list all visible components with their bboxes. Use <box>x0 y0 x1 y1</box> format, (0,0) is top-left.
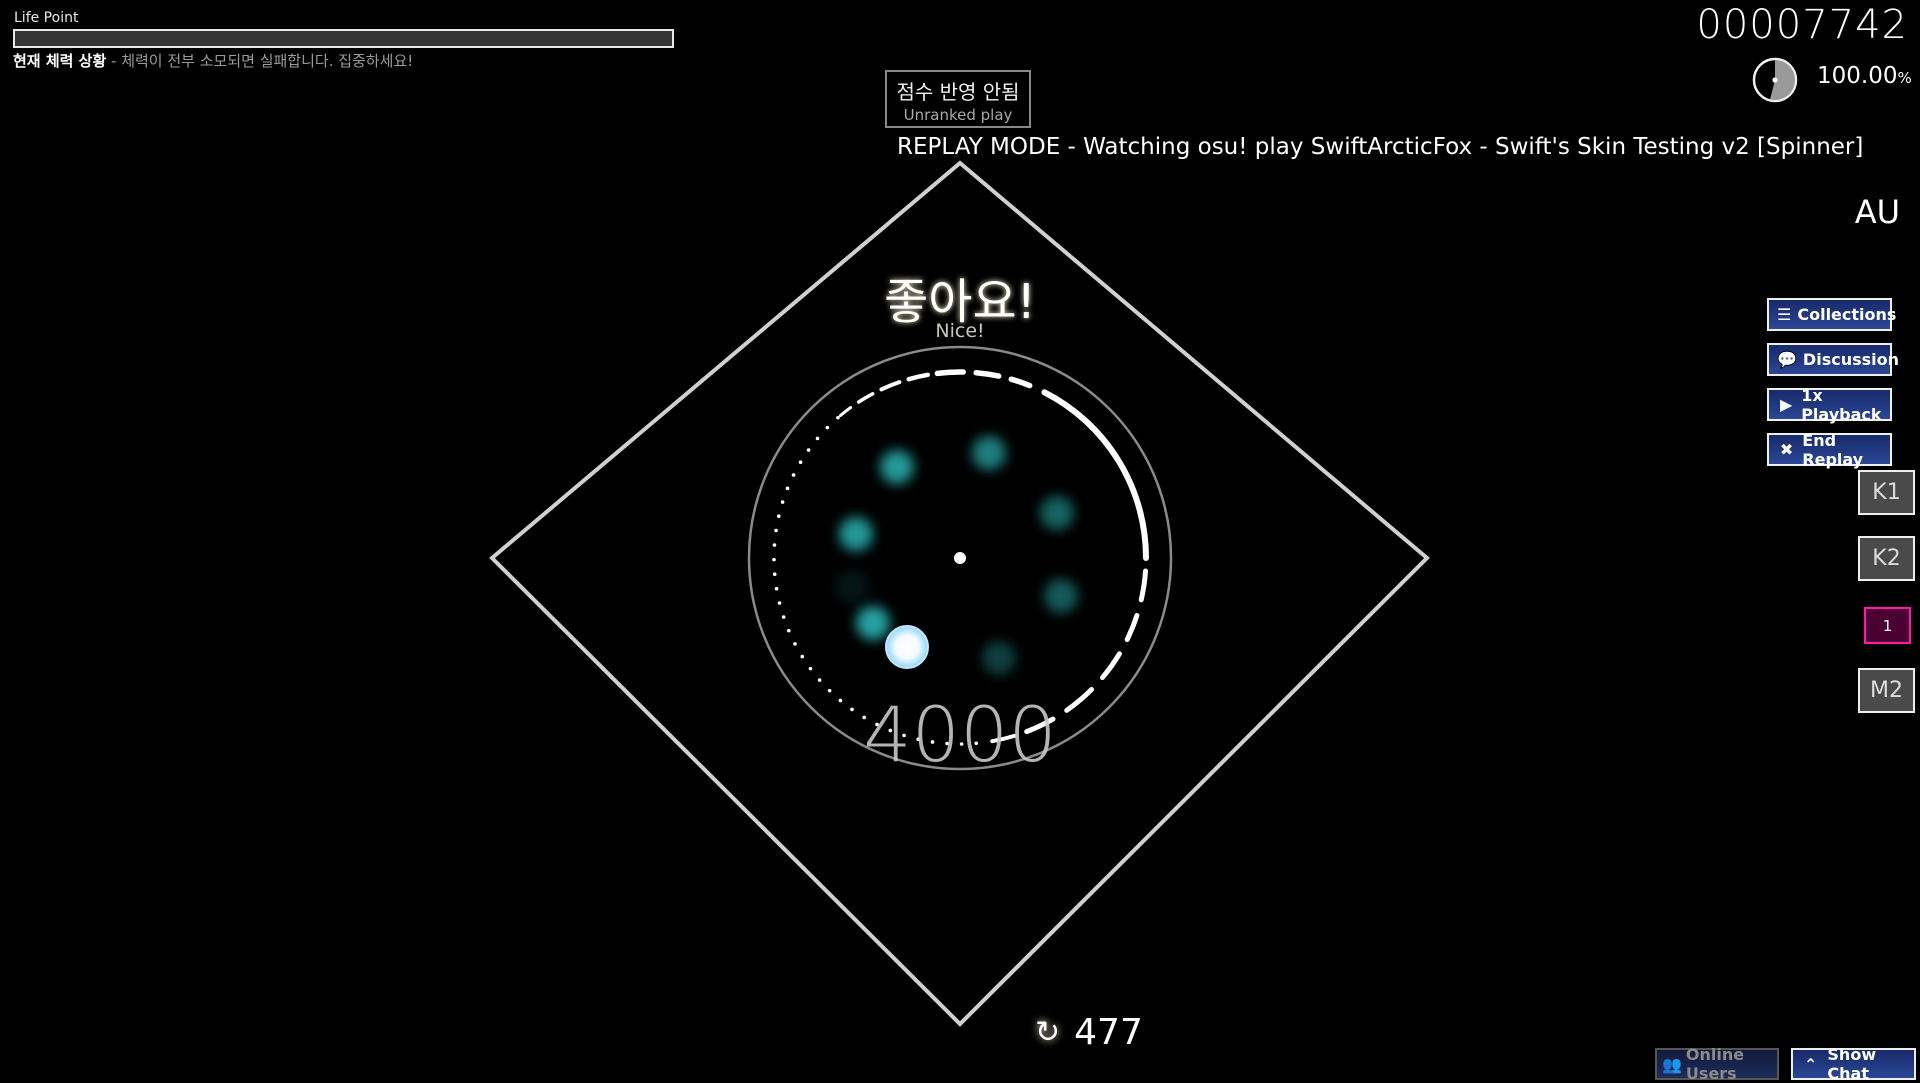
spinner-glow-dot <box>835 570 869 604</box>
song-progress-pie <box>1752 57 1798 103</box>
spin-count-value: 477 <box>1074 1012 1143 1053</box>
ring-dash <box>856 392 875 404</box>
play-icon: ▶ <box>1779 395 1793 414</box>
online-users-button[interactable]: 👥 Online Users <box>1655 1045 1779 1083</box>
ring-dot <box>774 528 778 533</box>
collections-label: Collections <box>1797 305 1897 324</box>
spin-counter: ↻ 477 <box>1035 1012 1143 1053</box>
accuracy-value: 100.00 <box>1817 63 1898 89</box>
life-bar <box>13 29 674 48</box>
key-m2: M2 <box>1858 668 1915 713</box>
spinner-bonus-score: 4000 <box>863 690 1057 779</box>
accuracy-unit: % <box>1897 69 1912 87</box>
list-icon: ☰ <box>1777 305 1792 324</box>
ring-dash <box>1041 389 1149 561</box>
ring-dot <box>808 666 813 671</box>
ring-dot <box>772 572 777 577</box>
unranked-korean: 점수 반영 안됨 <box>896 80 1020 104</box>
end-replay-button[interactable]: ✖ End Replay <box>1767 430 1892 469</box>
chevron-up-icon: ⌃ <box>1804 1054 1818 1074</box>
key-k2: K2 <box>1858 536 1915 581</box>
accuracy: 100.00% <box>1817 63 1912 89</box>
ring-dot <box>774 586 779 591</box>
ring-dot <box>800 654 805 659</box>
judgement-subtext: Nice! <box>935 320 985 342</box>
ring-dot <box>817 678 822 682</box>
discussion-button[interactable]: 💬 Discussion <box>1767 343 1899 376</box>
playback-label: 1x Playback <box>1801 385 1882 424</box>
ring-dot <box>838 698 843 703</box>
unranked-english: Unranked play <box>903 106 1013 124</box>
ring-dot <box>827 688 832 693</box>
life-desc-sep: - <box>106 52 122 70</box>
show-chat-label: Show Chat <box>1827 1045 1877 1083</box>
close-icon: ✖ <box>1779 440 1794 459</box>
key-m1: 1 <box>1864 607 1911 644</box>
users-icon: 👥 <box>1662 1054 1682 1074</box>
ring-dot <box>785 486 790 491</box>
playfield <box>489 160 1430 1027</box>
spinner-glow-dot <box>880 450 914 484</box>
ring-dot <box>793 642 797 646</box>
ring-dash <box>1008 376 1033 389</box>
spinner-center-dot <box>954 552 966 564</box>
ring-dot <box>786 628 791 633</box>
ring-dot <box>776 514 781 518</box>
spinner-glow-dot <box>1040 496 1074 530</box>
ring-dot <box>850 707 854 712</box>
discussion-label: Discussion <box>1802 350 1899 369</box>
life-point-label: Life Point <box>14 10 79 26</box>
mod-indicator-auto: AU <box>1854 193 1900 231</box>
ring-dash <box>1124 612 1140 643</box>
ring-dash <box>1099 651 1122 681</box>
life-description: 현재 체력 상황 - 체력이 전부 소모되면 실패합니다. 집중하세요! <box>13 50 413 71</box>
ring-dot <box>806 448 811 452</box>
unranked-badge: 점수 반영 안됨 Unranked play <box>885 70 1031 128</box>
playback-speed-button[interactable]: ▶ 1x Playback <box>1767 385 1892 424</box>
life-desc-text: 체력이 전부 소모되면 실패합니다. 집중하세요! <box>121 52 414 70</box>
key-k1: K1 <box>1858 470 1915 515</box>
ring-dot <box>772 543 777 547</box>
life-desc-title: 현재 체력 상황 <box>13 52 107 70</box>
spin-rotate-icon: ↻ <box>1035 1015 1061 1050</box>
spinner-glow-dot <box>982 641 1016 675</box>
spinner-glow-dot <box>1044 579 1078 613</box>
cursor <box>885 625 929 669</box>
ring-dash <box>906 372 930 382</box>
online-users-label: Online Users <box>1685 1045 1745 1083</box>
spinner-glow-dot <box>972 436 1006 470</box>
spinner-glow-dot <box>839 517 873 551</box>
ring-dot <box>798 460 803 465</box>
spinner-glow-dot <box>856 606 890 640</box>
ring-dash <box>879 380 902 392</box>
end-replay-label: End Replay <box>1802 430 1864 469</box>
ring-dot <box>781 615 786 619</box>
ring-dot <box>780 500 785 504</box>
chat-bubbles-icon: 💬 <box>1777 350 1797 369</box>
ring-dot <box>772 557 776 562</box>
ring-dot <box>815 436 820 441</box>
ring-dot <box>791 473 796 477</box>
ring-dash <box>934 369 966 377</box>
collections-button[interactable]: ☰ Collections <box>1767 298 1896 331</box>
show-chat-button[interactable]: ⌃ Show Chat <box>1791 1045 1916 1083</box>
score: 00007742 <box>1696 2 1908 48</box>
ring-dash <box>1064 687 1095 713</box>
ring-dot <box>777 601 782 605</box>
ring-dash <box>973 369 1002 379</box>
replay-mode-title: REPLAY MODE - Watching osu! play SwiftAr… <box>897 134 1864 160</box>
ring-dash <box>1138 568 1149 603</box>
ring-dot <box>825 425 830 430</box>
ring-dash <box>838 406 853 418</box>
